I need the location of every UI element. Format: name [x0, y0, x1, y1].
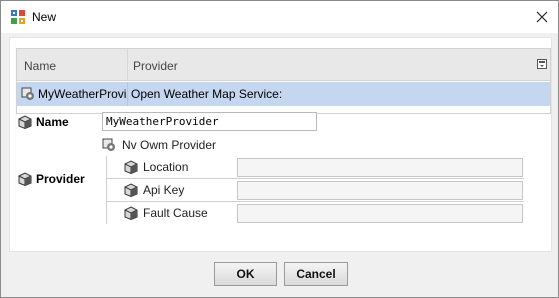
- provider-property-label: Provider: [18, 172, 85, 186]
- close-icon: [536, 11, 548, 23]
- api-key-field[interactable]: [237, 181, 523, 200]
- app-grid-icon: [11, 10, 25, 24]
- tree-connector: [106, 201, 524, 202]
- api-key-row: Api Key: [124, 183, 184, 197]
- property-cube-icon: [18, 172, 32, 186]
- fault-cause-row: Fault Cause: [124, 206, 208, 220]
- column-divider[interactable]: [127, 49, 128, 81]
- property-cube-icon: [124, 183, 138, 197]
- table-row[interactable]: MyWeatherProvider Open Weather Map Servi…: [17, 82, 550, 106]
- location-row: Location: [124, 160, 188, 174]
- column-chooser-icon[interactable]: [537, 59, 547, 69]
- row-name-text: MyWeatherProvider: [38, 87, 127, 101]
- column-header-name[interactable]: Name: [24, 59, 56, 73]
- property-cube-icon: [124, 206, 138, 220]
- tree-connector: [106, 156, 107, 224]
- row-column-divider: [127, 82, 128, 106]
- window-title: New: [32, 10, 57, 24]
- property-cube-icon: [124, 160, 138, 174]
- title-bar: New: [1, 1, 558, 33]
- location-label: Location: [143, 160, 189, 174]
- provider-table: Name Provider MyWeatherProvider: [16, 48, 551, 114]
- row-name-cell: MyWeatherProvider: [21, 86, 127, 102]
- dialog-window: New Name Provider MyWeatherProvi Open We…: [0, 0, 559, 298]
- tree-connector: [106, 178, 524, 179]
- fault-cause-label: Fault Cause: [143, 206, 208, 220]
- location-field[interactable]: [237, 158, 523, 177]
- name-property-label: Name: [18, 115, 69, 129]
- column-header-provider[interactable]: Provider: [133, 59, 178, 73]
- fault-cause-field[interactable]: [237, 204, 523, 223]
- provider-type: Nv Owm Provider: [102, 138, 216, 152]
- ok-button[interactable]: OK: [214, 262, 277, 286]
- property-cube-icon: [18, 115, 32, 129]
- component-gear-icon: [21, 87, 34, 100]
- cancel-button[interactable]: Cancel: [284, 262, 348, 286]
- provider-type-label: Nv Owm Provider: [122, 138, 217, 152]
- dialog-content: Name Provider MyWeatherProvider: [9, 37, 552, 252]
- row-provider-text: Open Weather Map Service:: [131, 87, 283, 101]
- table-header: Name Provider: [17, 49, 550, 81]
- component-gear-icon: [102, 138, 115, 151]
- api-key-label: Api Key: [143, 183, 185, 197]
- close-button[interactable]: [526, 1, 558, 33]
- name-input[interactable]: [102, 112, 317, 131]
